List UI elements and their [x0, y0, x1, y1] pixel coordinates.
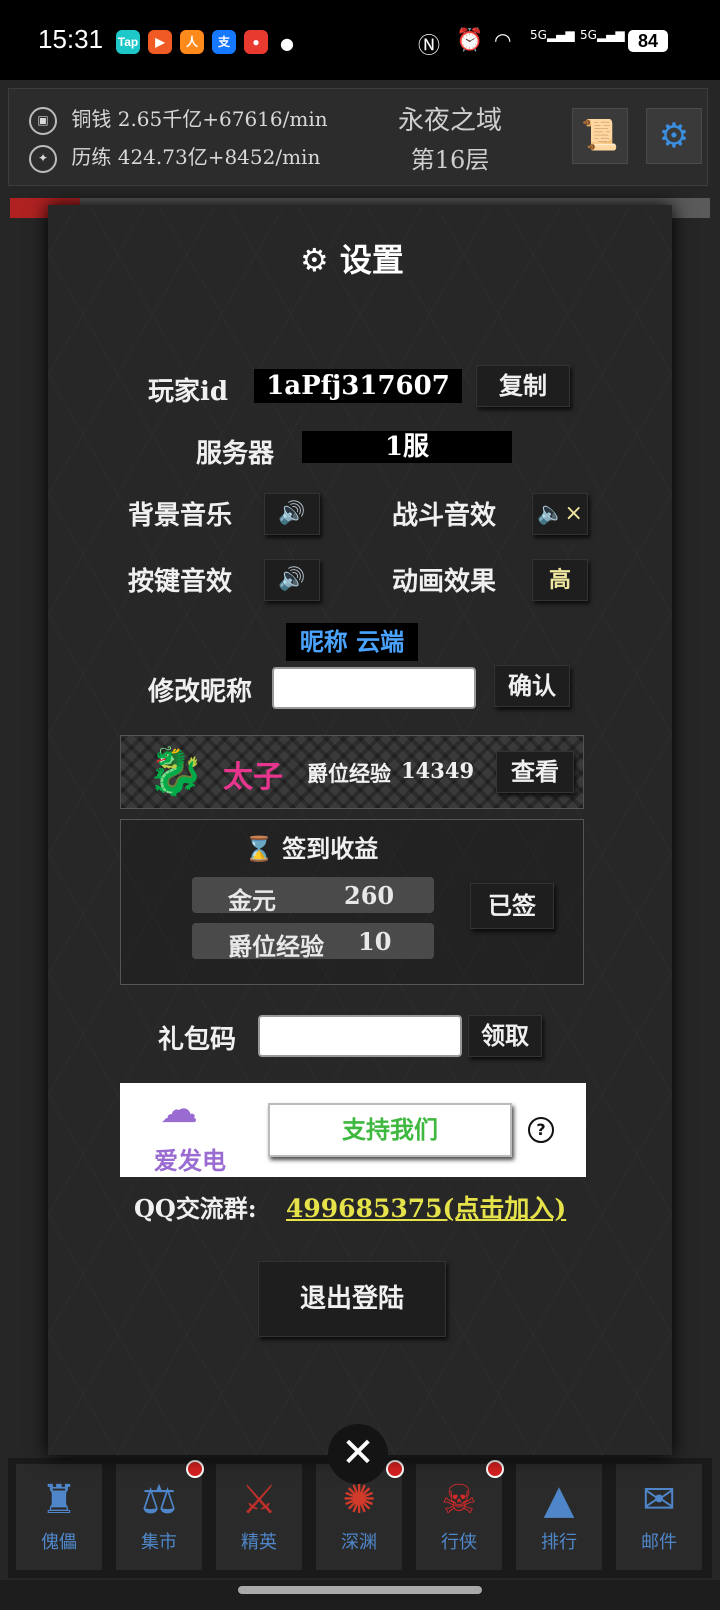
nav-item-mail[interactable]: ✉ 邮件: [616, 1464, 702, 1570]
help-icon[interactable]: ?: [528, 1117, 554, 1143]
player-id-value: 1aPfj317607: [254, 369, 462, 403]
signal-label: 5G: [530, 28, 547, 42]
anim-label: 动画效果: [392, 567, 497, 597]
gift-code-label: 礼包码: [158, 1025, 237, 1055]
nfc-icon: Ⓝ: [418, 34, 441, 59]
modal-title: ⚙ 设置: [300, 235, 404, 281]
exp-row: ✦ 历练 424.73亿+8452/min: [29, 141, 320, 173]
notification-dot: [386, 1460, 404, 1478]
hourglass-icon: ⌛: [244, 835, 274, 863]
alipay-icon: 支: [212, 30, 236, 54]
dot-icon: ●: [280, 34, 294, 53]
bgm-label: 背景音乐: [128, 501, 233, 531]
experience-icon: ✦: [29, 144, 57, 173]
clock: 15:31: [38, 24, 104, 54]
checkin-title: ⌛ 签到收益: [244, 829, 378, 864]
nav-label: 傀儡: [41, 1532, 77, 1553]
nav-item-puppet[interactable]: ♜ 傀儡: [16, 1464, 102, 1570]
scale-icon: ⚖: [141, 1477, 177, 1523]
scroll-icon[interactable]: 📜: [572, 108, 628, 164]
home-indicator[interactable]: [238, 1586, 482, 1594]
nav-label: 排行: [541, 1532, 577, 1553]
nav-label: 集市: [141, 1532, 177, 1553]
exp-label: 历练: [71, 145, 112, 169]
qq-group-link[interactable]: 499685375(点击加入): [286, 1189, 566, 1225]
battle-sfx-muted-icon[interactable]: 🔈×: [532, 493, 588, 535]
key-sfx-label: 按键音效: [128, 567, 233, 597]
anim-quality-button[interactable]: 高: [532, 559, 588, 601]
modal-title-text: 设置: [339, 241, 404, 279]
nav-label: 深渊: [341, 1532, 377, 1553]
tap-icon: Tap: [116, 30, 140, 54]
status-bar: 15:31 Tap ▶ 人 支 ● ● Ⓝ ⏰ ◠ 5G▂▄▆ 5G▂▄▆ 84: [0, 0, 720, 80]
nobility-title: 太子: [223, 760, 283, 795]
nav-item-elite[interactable]: ⚔ 精英: [216, 1464, 302, 1570]
checkin-title-text: 签到收益: [282, 834, 379, 863]
skull-icon: ☠: [441, 1477, 477, 1523]
player-id-label: 玩家id: [148, 377, 229, 407]
nickname-input[interactable]: [272, 667, 476, 709]
qq-label: QQ交流群:: [134, 1194, 257, 1223]
redpacket-icon: ●: [244, 30, 268, 54]
settings-gear-icon[interactable]: ⚙: [646, 108, 702, 164]
nav-item-market[interactable]: ⚖ 集市: [116, 1460, 204, 1570]
afdian-label: 爱发电: [154, 1146, 226, 1175]
confirm-nickname-button[interactable]: 确认: [494, 665, 570, 707]
claim-button[interactable]: 领取: [468, 1015, 542, 1057]
gear-icon: ⚙: [300, 241, 329, 279]
signal-label-2: 5G: [580, 28, 597, 42]
notification-dot: [486, 1460, 504, 1478]
view-nobility-button[interactable]: 查看: [496, 751, 574, 793]
video-icon: ▶: [148, 30, 172, 54]
dragon-icon: 🐉: [147, 744, 205, 798]
reward-exp-label: 爵位经验: [228, 932, 324, 961]
pyramid-icon: ▲: [543, 1477, 575, 1523]
signal-icon: 5G▂▄▆: [530, 28, 575, 42]
wifi-icon: ◠: [494, 28, 512, 52]
app-icon: 人: [180, 30, 204, 54]
copper-value: 2.65千亿+67616/min: [117, 107, 328, 131]
logout-button[interactable]: 退出登陆: [258, 1261, 446, 1337]
key-sfx-speaker-icon[interactable]: 🔊: [264, 559, 320, 601]
reward-exp-row: 爵位经验 10: [192, 923, 434, 961]
nickname-display: 昵称 云端: [286, 623, 418, 661]
floor-label: 第16层: [410, 146, 490, 174]
nav-label: 行侠: [441, 1532, 477, 1553]
change-nickname-label: 修改昵称: [148, 677, 253, 707]
signal-icon-2: 5G▂▄▆: [580, 28, 625, 42]
gift-code-input[interactable]: [258, 1015, 462, 1057]
copy-button[interactable]: 复制: [476, 365, 570, 407]
server-value: 1服: [302, 431, 512, 463]
zone-title: 永夜之域: [397, 106, 502, 136]
settings-modal: ⚙ 设置 玩家id 1aPfj317607 复制 服务器 1服 背景音乐 🔊 战…: [48, 205, 672, 1455]
battery-indicator: 84: [628, 30, 668, 52]
sword-wing-icon: ⚔: [241, 1477, 277, 1523]
bgm-speaker-icon[interactable]: 🔊: [264, 493, 320, 535]
alarm-icon: ⏰: [456, 28, 484, 53]
reward-exp-value: 10: [358, 927, 392, 956]
nav-item-ranking[interactable]: ▲ 排行: [516, 1464, 602, 1570]
notification-dot: [186, 1460, 204, 1478]
nav-label: 精英: [241, 1532, 277, 1553]
nobility-exp-value: 14349: [401, 758, 475, 783]
mail-icon: ✉: [642, 1477, 676, 1523]
copper-label: 铜钱: [71, 107, 112, 131]
nav-label: 邮件: [641, 1532, 677, 1553]
exp-value: 424.73亿+8452/min: [117, 145, 321, 169]
copper-row: ▣ 铜钱 2.65千亿+67616/min: [29, 103, 328, 135]
reward-gold-value: 260: [344, 881, 395, 910]
battle-sfx-label: 战斗音效: [392, 501, 497, 531]
nav-item-chivalry[interactable]: ☠ 行侠: [416, 1460, 504, 1570]
server-label: 服务器: [196, 439, 275, 469]
support-us-button[interactable]: 支持我们: [268, 1103, 512, 1157]
robot-icon: ♜: [41, 1477, 77, 1523]
reward-gold-label: 金元: [228, 886, 276, 915]
reward-gold-row: 金元 260: [192, 877, 434, 915]
coin-icon: ▣: [29, 106, 57, 135]
nobility-exp-label: 爵位经验: [307, 761, 391, 786]
afdian-logo-icon: ☁: [160, 1087, 198, 1131]
checked-in-button[interactable]: 已签: [470, 883, 554, 929]
close-icon[interactable]: ✕: [328, 1424, 388, 1484]
